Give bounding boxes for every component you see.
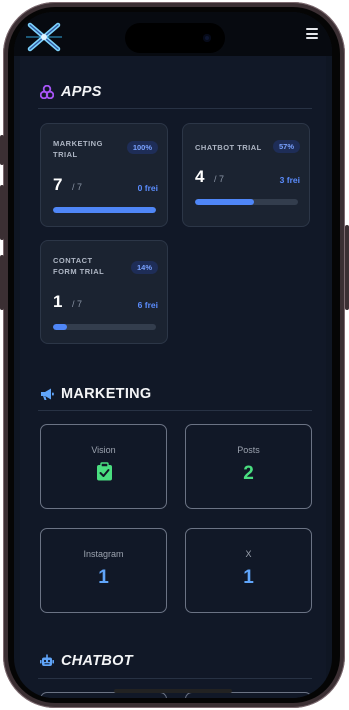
stat-label: X: [245, 549, 252, 559]
stat-card-instagram[interactable]: Instagram 1: [40, 528, 167, 613]
divider: [38, 410, 312, 411]
section-title-text: APPS: [61, 84, 102, 100]
chatbot-section-title: CHATBOT: [40, 653, 133, 669]
section-title-text: CHATBOT: [61, 653, 133, 669]
free-count: 3 frei: [279, 175, 300, 185]
progress-bar: [53, 324, 156, 330]
app-card-chatbot-trial[interactable]: CHATBOT TRIAL 57% 4 / 7 3 frei: [182, 123, 310, 227]
app-name: CHATBOT TRIAL: [195, 143, 262, 152]
stat-label: Vision: [91, 445, 116, 455]
stat-card-vision[interactable]: Vision: [40, 424, 167, 509]
side-button: [345, 225, 349, 310]
app-screen: APPS MARKETING TRIAL 100% 7 / 7 0 frei C…: [14, 12, 332, 698]
divider: [38, 108, 312, 109]
app-card-marketing-trial[interactable]: MARKETING TRIAL 100% 7 / 7 0 frei: [40, 123, 168, 227]
apps-cluster-icon: [40, 85, 54, 99]
app-total: / 7: [72, 182, 83, 192]
camera-icon: [203, 34, 211, 42]
dynamic-island: [125, 23, 225, 53]
side-button: [0, 255, 4, 310]
stat-value: 1: [98, 567, 109, 588]
stat-label: Instagram: [83, 549, 124, 559]
app-count: 1: [53, 292, 63, 311]
app-card-contact-form-trial[interactable]: CONTACT FORM TRIAL 14% 1 / 7 6 frei: [40, 240, 168, 344]
app-count: 7: [53, 175, 63, 194]
home-indicator: [114, 689, 232, 693]
x-brand-logo-icon[interactable]: [24, 22, 64, 52]
stat-card-posts[interactable]: Posts 2: [185, 424, 312, 509]
percent-badge: 100%: [126, 141, 158, 154]
free-count: 0 frei: [137, 183, 158, 193]
stat-label: Posts: [237, 445, 260, 455]
percent-badge: 57%: [272, 140, 300, 153]
hamburger-menu-icon[interactable]: [306, 28, 318, 39]
app-name: MARKETING TRIAL: [53, 139, 103, 159]
side-button: [0, 185, 4, 240]
divider: [38, 678, 312, 679]
side-button: [0, 135, 4, 165]
clipboard-check-icon: [97, 462, 112, 481]
percent-badge: 14%: [130, 261, 158, 274]
app-total: / 7: [72, 299, 83, 309]
megaphone-icon: [40, 387, 54, 401]
app-count: 4: [195, 167, 205, 186]
stat-card-x[interactable]: X 1: [185, 528, 312, 613]
marketing-section-title: MARKETING: [40, 386, 152, 402]
stat-value: 1: [243, 567, 254, 588]
section-title-text: MARKETING: [61, 386, 152, 402]
progress-bar: [195, 199, 298, 205]
progress-bar: [53, 207, 156, 213]
app-name: CONTACT FORM TRIAL: [53, 256, 105, 276]
apps-section-title: APPS: [40, 84, 102, 100]
app-total: / 7: [214, 174, 225, 184]
robot-icon: [40, 654, 54, 668]
free-count: 6 frei: [137, 300, 158, 310]
dashboard-content: APPS MARKETING TRIAL 100% 7 / 7 0 frei C…: [20, 56, 326, 698]
top-bar: [14, 12, 332, 56]
stat-value: 2: [243, 463, 254, 484]
